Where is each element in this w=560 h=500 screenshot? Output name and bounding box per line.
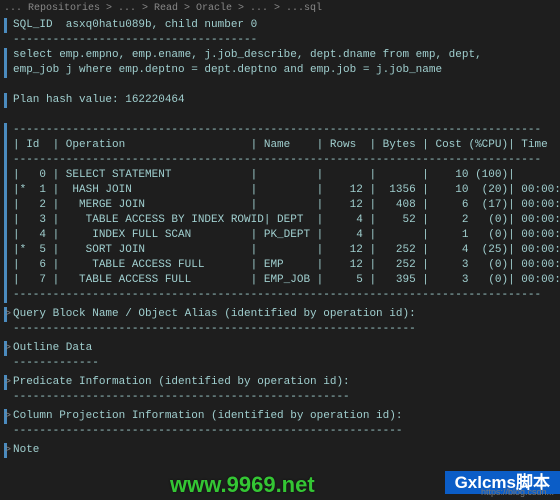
- plan-row: |* 5 | SORT JOIN | | 12 | 252 | 4 (25)| …: [13, 243, 560, 258]
- plan-row: |* 1 | HASH JOIN | | 12 | 1356 | 10 (20)…: [13, 183, 560, 198]
- divider: -------------------------------------: [13, 33, 257, 48]
- watermark-source: https://blog.csdn...: [481, 485, 554, 500]
- editor-pane[interactable]: SQL_ID asxq0hatu089b, child number 0 ---…: [0, 18, 560, 458]
- breadcrumb[interactable]: ... Repositories > ... > Read > Oracle >…: [0, 0, 560, 18]
- plan-row: | 0 | SELECT STATEMENT | | | | 10 (100)|…: [13, 168, 560, 183]
- sql-query-line-1: select emp.empno, emp.ename, j.job_descr…: [13, 48, 482, 63]
- fold-icon[interactable]: >: [4, 341, 11, 356]
- sql-query-line-2: emp_job j where emp.deptno = dept.deptno…: [13, 63, 442, 78]
- divider: -------------: [13, 356, 99, 371]
- plan-hash: Plan hash value: 162220464: [13, 93, 185, 108]
- plan-hr-top: ----------------------------------------…: [13, 123, 541, 138]
- section-predicate: Predicate Information (identified by ope…: [13, 375, 350, 390]
- divider: ----------------------------------------…: [13, 390, 350, 405]
- plan-header: | Id | Operation | Name | Rows | Bytes |…: [13, 138, 560, 153]
- fold-icon[interactable]: >: [4, 307, 11, 322]
- section-col-projection: Column Projection Information (identifie…: [13, 409, 402, 424]
- divider: ----------------------------------------…: [13, 322, 416, 337]
- plan-hr-mid: ----------------------------------------…: [13, 153, 541, 168]
- plan-hr-bot: ----------------------------------------…: [13, 288, 541, 303]
- section-query-block: Query Block Name / Object Alias (identif…: [13, 307, 416, 322]
- sql-id-line: SQL_ID asxq0hatu089b, child number 0: [13, 18, 257, 33]
- plan-row: | 3 | TABLE ACCESS BY INDEX ROWID| DEPT …: [13, 213, 560, 228]
- fold-icon[interactable]: >: [4, 375, 11, 390]
- fold-icon[interactable]: >: [4, 409, 11, 424]
- section-outline: Outline Data: [13, 341, 92, 356]
- divider: ----------------------------------------…: [13, 424, 402, 439]
- section-note: Note: [13, 443, 39, 458]
- fold-icon[interactable]: >: [4, 443, 11, 458]
- plan-row: | 2 | MERGE JOIN | | 12 | 408 | 6 (17)| …: [13, 198, 560, 213]
- plan-row: | 4 | INDEX FULL SCAN | PK_DEPT | 4 | | …: [13, 228, 560, 243]
- plan-row: | 7 | TABLE ACCESS FULL | EMP_JOB | 5 | …: [13, 273, 560, 288]
- plan-row: | 6 | TABLE ACCESS FULL | EMP | 12 | 252…: [13, 258, 560, 273]
- watermark-url: www.9969.net: [170, 477, 315, 492]
